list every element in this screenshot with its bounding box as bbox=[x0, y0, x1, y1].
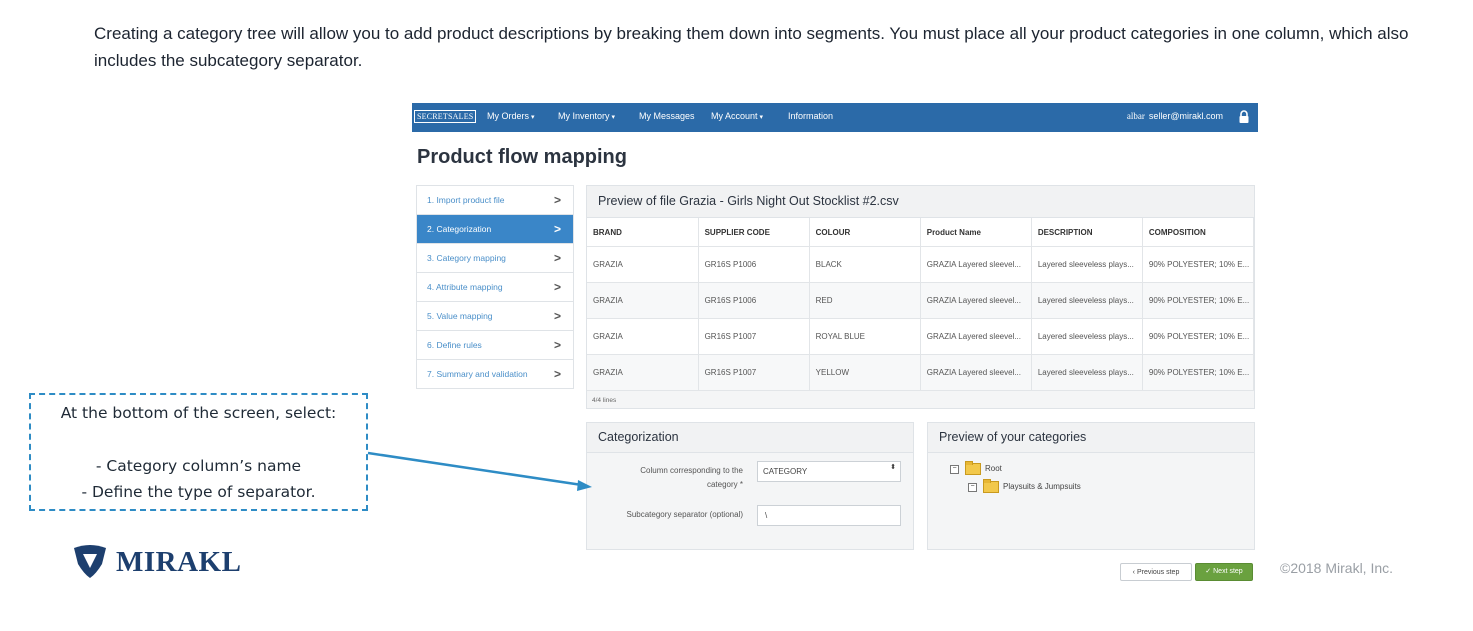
table-cell: Layered sleeveless plays... bbox=[1031, 282, 1143, 319]
callout-box: At the bottom of the screen, select: - C… bbox=[29, 393, 368, 511]
step-import-product-file[interactable]: 1. Import product file > bbox=[417, 186, 573, 215]
nav-my-account[interactable]: My Account ▾ bbox=[711, 111, 763, 121]
table-cell: 90% POLYESTER; 10% E... bbox=[1142, 246, 1255, 283]
table-row: GRAZIA GR16S P1006 RED GRAZIA Layered sl… bbox=[587, 282, 1255, 319]
previous-step-button[interactable]: ‹ Previous step bbox=[1120, 563, 1192, 581]
table-cell: RED bbox=[809, 282, 921, 319]
nav-information[interactable]: Information bbox=[788, 111, 833, 121]
subcategory-separator-input[interactable]: \ bbox=[757, 505, 901, 526]
table-cell: ROYAL BLUE bbox=[809, 318, 921, 355]
table-cell: GRAZIA Layered sleevel... bbox=[920, 282, 1032, 319]
table-cell: Layered sleeveless plays... bbox=[1031, 318, 1143, 355]
app-screenshot: SECRETSALES My Orders ▾ My Inventory ▾ My … bbox=[412, 103, 1258, 593]
top-navbar: SECRETSALES My Orders ▾ My Inventory ▾ My … bbox=[412, 103, 1258, 132]
table-cell: GRAZIA Layered sleevel... bbox=[920, 246, 1032, 283]
table-row: GRAZIA GR16S P1006 BLACK GRAZIA Layered … bbox=[587, 246, 1255, 283]
folder-icon bbox=[965, 461, 981, 475]
lines-count: 4/4 lines bbox=[592, 397, 617, 404]
separator-field-label: Subcategory separator (optional) bbox=[626, 510, 743, 519]
step-value-mapping[interactable]: 5. Value mapping > bbox=[417, 302, 573, 331]
chevron-right-icon: > bbox=[553, 222, 561, 236]
category-column-value: CATEGORY bbox=[763, 467, 808, 476]
user-menu[interactable]: albar seller@mirakl.com bbox=[1127, 111, 1223, 121]
step-category-mapping[interactable]: 3. Category mapping > bbox=[417, 244, 573, 273]
callout-line-2: - Category column’s name bbox=[95, 457, 302, 475]
column-field-label: Column corresponding to the category * bbox=[640, 466, 743, 489]
category-column-select[interactable]: CATEGORY ⬍ bbox=[757, 461, 901, 482]
chevron-right-icon: > bbox=[553, 193, 561, 207]
table-cell: GRAZIA bbox=[587, 246, 699, 283]
mirakl-logo-icon bbox=[74, 545, 106, 578]
chevron-right-icon: > bbox=[553, 367, 561, 381]
steps-sidebar: 1. Import product file > 2. Categorizatio… bbox=[416, 185, 574, 389]
table-cell: 90% POLYESTER; 10% E... bbox=[1142, 354, 1255, 391]
check-icon: ✓ bbox=[1205, 568, 1212, 575]
table-header-row: BRAND SUPPLIER CODE COLOUR Product Name … bbox=[587, 218, 1255, 247]
intro-text: Creating a category tree will allow you … bbox=[94, 24, 1409, 70]
categories-preview-title: Preview of your categories bbox=[928, 423, 1254, 453]
tree-node-playsuits-jumpsuits[interactable]: − Playsuits & Jumpsuits bbox=[968, 479, 1081, 493]
table-cell: GR16S P1006 bbox=[698, 282, 810, 319]
secretsales-logo[interactable]: SECRETSALES bbox=[414, 110, 477, 123]
table-cell: 90% POLYESTER; 10% E... bbox=[1142, 318, 1255, 355]
collapse-icon[interactable]: − bbox=[950, 464, 959, 474]
nav-my-orders[interactable]: My Orders ▾ bbox=[487, 111, 535, 121]
column-header: DESCRIPTION bbox=[1031, 218, 1143, 247]
chevron-right-icon: > bbox=[553, 280, 561, 294]
page-title: Product flow mapping bbox=[417, 146, 627, 168]
step-summary-and-validation[interactable]: 7. Summary and validation > bbox=[417, 360, 573, 389]
column-header: Product Name bbox=[920, 218, 1032, 247]
column-header: COLOUR bbox=[809, 218, 921, 247]
tree-node-root[interactable]: − Root bbox=[950, 461, 1002, 475]
chevron-right-icon: > bbox=[553, 338, 561, 352]
callout-line-1: At the bottom of the screen, select: bbox=[60, 404, 337, 422]
user-email: seller@mirakl.com bbox=[1148, 111, 1223, 121]
chevron-right-icon: > bbox=[553, 309, 561, 323]
step-categorization[interactable]: 2. Categorization > bbox=[417, 215, 573, 244]
table-cell: Layered sleeveless plays... bbox=[1031, 354, 1143, 391]
table-row: GRAZIA GR16S P1007 YELLOW GRAZIA Layered… bbox=[587, 354, 1255, 391]
table-cell: GR16S P1007 bbox=[698, 318, 810, 355]
table-cell: GRAZIA bbox=[587, 318, 699, 355]
step-attribute-mapping[interactable]: 4. Attribute mapping > bbox=[417, 273, 573, 302]
categorization-panel: Categorization Column corresponding to t… bbox=[586, 422, 914, 550]
select-arrows-icon: ⬍ bbox=[890, 464, 896, 471]
column-header: SUPPLIER CODE bbox=[698, 218, 810, 247]
categories-preview-panel: Preview of your categories − Root − Playsu… bbox=[927, 422, 1255, 550]
file-preview-panel: Preview of file Grazia - Girls Night Out… bbox=[586, 185, 1255, 409]
table-cell: 90% POLYESTER; 10% E... bbox=[1142, 282, 1255, 319]
folder-icon bbox=[983, 479, 999, 493]
chevron-left-icon: ‹ bbox=[1132, 569, 1135, 576]
nav-my-inventory[interactable]: My Inventory ▾ bbox=[558, 111, 615, 121]
callout-line-3: - Define the type of separator. bbox=[81, 483, 316, 501]
table-cell: YELLOW bbox=[809, 354, 921, 391]
table-cell: BLACK bbox=[809, 246, 921, 283]
table-cell: Layered sleeveless plays... bbox=[1031, 246, 1143, 283]
mirakl-wordmark: MIRAKL bbox=[116, 546, 242, 578]
table-cell: GRAZIA Layered sleevel... bbox=[920, 318, 1032, 355]
chevron-down-icon: ▾ bbox=[759, 114, 764, 121]
lock-icon[interactable] bbox=[1238, 110, 1250, 124]
column-header: COMPOSITION bbox=[1142, 218, 1255, 247]
collapse-icon[interactable]: − bbox=[968, 482, 977, 492]
copyright-text: ©2018 Mirakl, Inc. bbox=[1280, 560, 1394, 576]
chevron-right-icon: > bbox=[553, 251, 561, 265]
table-cell: GRAZIA bbox=[587, 354, 699, 391]
column-header: BRAND bbox=[587, 218, 699, 247]
categorization-title: Categorization bbox=[587, 423, 913, 453]
table-cell: GRAZIA bbox=[587, 282, 699, 319]
chevron-down-icon: ▾ bbox=[531, 114, 535, 121]
table-cell: GR16S P1006 bbox=[698, 246, 810, 283]
chevron-down-icon: ▾ bbox=[611, 114, 616, 121]
file-preview-title: Preview of file Grazia - Girls Night Out… bbox=[587, 186, 1254, 218]
table-cell: GR16S P1007 bbox=[698, 354, 810, 391]
step-define-rules[interactable]: 6. Define rules > bbox=[417, 331, 573, 360]
table-cell: GRAZIA Layered sleevel... bbox=[920, 354, 1032, 391]
table-row: GRAZIA GR16S P1007 ROYAL BLUE GRAZIA Lay… bbox=[587, 318, 1255, 355]
nav-my-messages[interactable]: My Messages bbox=[639, 111, 695, 121]
user-name: albar bbox=[1126, 111, 1145, 121]
next-step-button[interactable]: ✓ Next step bbox=[1195, 563, 1253, 581]
file-preview-table: BRAND SUPPLIER CODE COLOUR Product Name … bbox=[587, 218, 1255, 391]
